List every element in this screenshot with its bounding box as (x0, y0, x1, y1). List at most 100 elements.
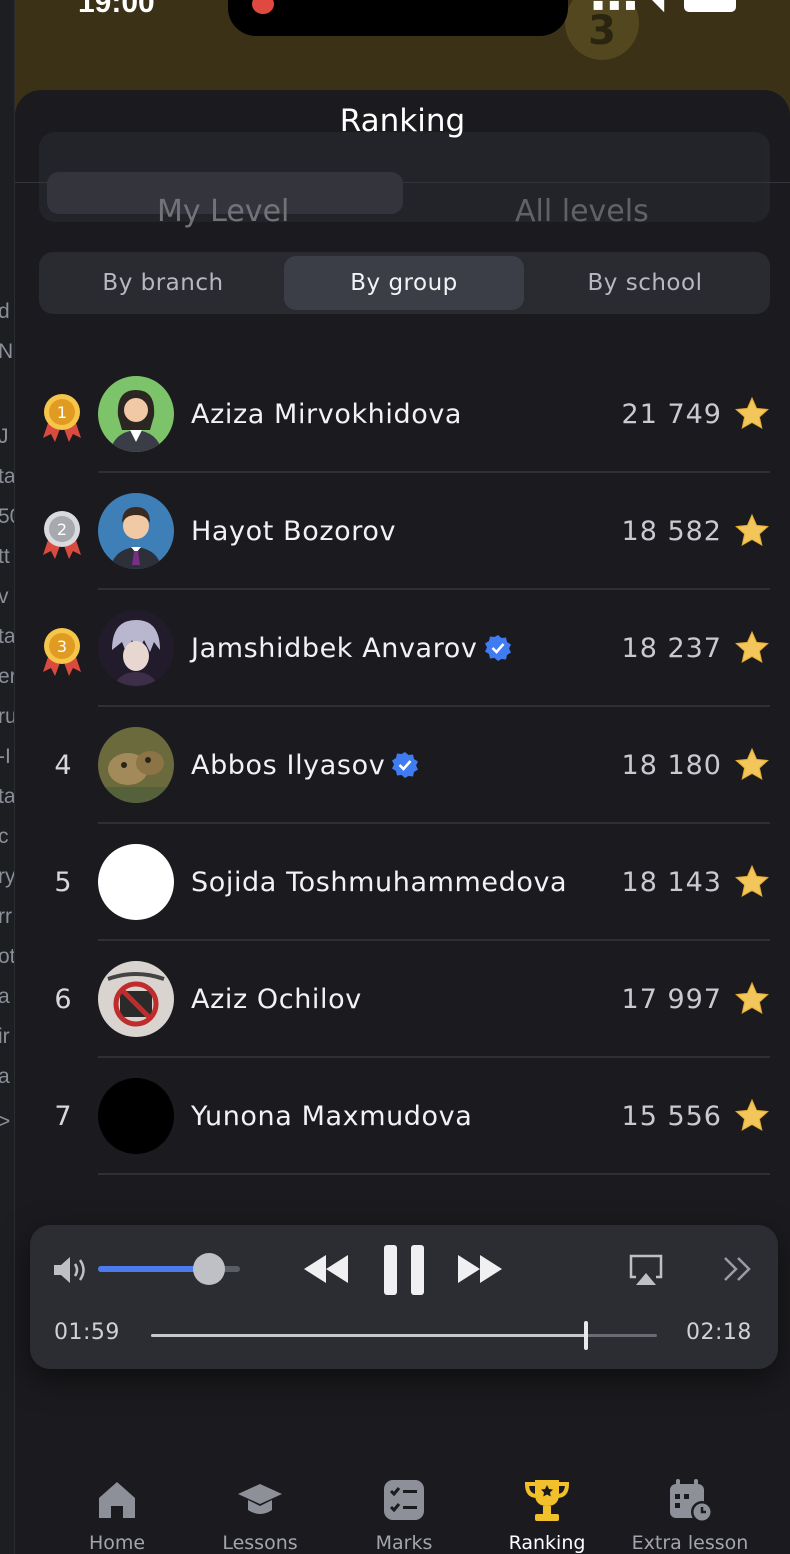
elapsed-time: 01:59 (54, 1320, 120, 1345)
avatar (98, 1078, 174, 1154)
signal-wifi-icon: ▪▪▪ ◥ (592, 0, 669, 15)
student-name-text: Jamshidbek Anvarov (191, 633, 478, 664)
student-name: Hayot Bozorov (191, 473, 396, 590)
background-text-fragment: > (0, 1110, 10, 1134)
progress-knob[interactable] (584, 1321, 589, 1350)
score: 18 582 (621, 516, 722, 547)
star-icon (734, 513, 770, 549)
ranking-row[interactable]: 3 Jamshidbek Anvarov 18 237 (15, 590, 790, 707)
bottom-tab-bar: Home Lessons Marks Ranking Extra lesson (15, 1456, 790, 1554)
background-text-fragment: d (0, 300, 10, 324)
tab-lessons[interactable]: Lessons (185, 1456, 335, 1554)
tab-all-levels[interactable]: All levels (515, 194, 649, 229)
rank-number: 4 (54, 750, 72, 781)
background-text-fragment: ot (0, 945, 15, 968)
student-name-text: Yunona Maxmudova (191, 1101, 473, 1132)
student-name: Jamshidbek Anvarov (191, 590, 512, 707)
background-text-fragment: c (0, 825, 9, 849)
volume-icon[interactable] (52, 1255, 90, 1285)
student-name: Yunona Maxmudova (191, 1058, 472, 1175)
tab-label: Ranking (508, 1532, 586, 1554)
avatar (98, 610, 174, 686)
student-name: Abbos Ilyasov (191, 707, 419, 824)
pause-icon[interactable] (382, 1243, 426, 1297)
background-text-fragment: J (0, 425, 9, 449)
tab-extra-lesson[interactable]: Extra lesson (615, 1456, 765, 1554)
more-chevrons-icon[interactable] (722, 1255, 754, 1283)
avatar (98, 493, 174, 569)
progress-scrubber[interactable] (151, 1321, 657, 1350)
background-text-fragment: 50 (0, 505, 14, 529)
header-divider (15, 182, 790, 183)
tab-ranking[interactable]: Ranking (472, 1456, 622, 1554)
star-icon (734, 630, 770, 666)
student-name-text: Aziza Mirvokhidova (191, 399, 463, 430)
airplay-icon[interactable] (628, 1253, 664, 1287)
score: 18 180 (621, 750, 722, 781)
tab-marks[interactable]: Marks (329, 1456, 479, 1554)
trophy-icon (523, 1476, 571, 1524)
page-title: Ranking (339, 103, 466, 139)
tab-label: Lessons (222, 1532, 298, 1554)
background-text-fragment: -I (0, 745, 11, 768)
verified-badge-icon (392, 751, 419, 778)
avatar (98, 844, 174, 920)
background-text-fragment: ir (0, 1025, 10, 1048)
tab-my-level[interactable]: My Level (157, 194, 289, 229)
bronze-medal-icon: 3 (41, 626, 83, 676)
student-name-text: Sojida Toshmuhammedova (191, 867, 568, 898)
progress-fill (151, 1334, 587, 1337)
student-name: Sojida Toshmuhammedova (191, 824, 567, 941)
star-icon (734, 981, 770, 1017)
tab-label: Extra lesson (631, 1532, 749, 1554)
tab-by-group[interactable]: By group (284, 256, 524, 310)
graduation-cap-icon (236, 1476, 284, 1524)
background-text-fragment: a (0, 985, 10, 1009)
background-text-fragment: rr (0, 905, 12, 928)
tab-home[interactable]: Home (42, 1456, 192, 1554)
media-player: 01:59 02:18 (30, 1225, 778, 1369)
student-name-text: Abbos Ilyasov (191, 750, 386, 781)
student-name-text: Hayot Bozorov (191, 516, 397, 547)
background-window-strip: dN Jta 50 tt v ta er ru -I ta c ry rr ot a ir a > (0, 0, 15, 1554)
svg-text:3: 3 (57, 637, 67, 656)
tab-label: Home (88, 1532, 146, 1554)
verified-badge-icon (484, 634, 511, 661)
background-text-fragment: N (0, 340, 13, 364)
star-icon (734, 1098, 770, 1134)
background-text-fragment: ru (0, 705, 14, 729)
volume-knob[interactable] (192, 1253, 225, 1285)
level-segmented-control: My Level All levels (39, 132, 770, 229)
fast-forward-icon[interactable] (456, 1253, 504, 1285)
svg-text:1: 1 (57, 403, 67, 422)
total-time: 02:18 (686, 1320, 752, 1345)
avatar (98, 376, 174, 452)
ranking-row[interactable]: 1 Aziza Mirvokhidova 21 749 (15, 356, 790, 473)
ranking-row[interactable]: 5 Sojida Toshmuhammedova 18 143 (15, 824, 790, 941)
ranking-row[interactable]: 2 Hayot Bozorov 18 582 (15, 473, 790, 590)
svg-text:2: 2 (57, 520, 67, 539)
star-icon (734, 864, 770, 900)
background-text-fragment: tt (0, 545, 10, 568)
star-icon (734, 747, 770, 783)
rank-number: 7 (54, 1101, 72, 1132)
home-icon (93, 1476, 141, 1524)
tab-by-branch[interactable]: By branch (43, 256, 283, 310)
rank-number: 6 (54, 984, 72, 1015)
ranking-row[interactable]: 7 Yunona Maxmudova 15 556 (15, 1058, 790, 1175)
score: 18 143 (621, 867, 722, 898)
avatar (98, 961, 174, 1037)
background-text-fragment: ta (0, 625, 15, 648)
background-text-fragment: ta (0, 785, 15, 808)
ranking-row[interactable]: 6 Aziz Ochilov 17 997 (15, 941, 790, 1058)
ranking-row[interactable]: 4 Abbos Ilyasov 18 180 (15, 707, 790, 824)
rewind-icon[interactable] (302, 1253, 350, 1285)
checklist-icon (380, 1476, 428, 1524)
tab-by-school[interactable]: By school (525, 256, 765, 310)
background-text-fragment: er (0, 665, 14, 689)
gold-medal-icon: 1 (41, 392, 83, 442)
silver-medal-icon: 2 (41, 509, 83, 559)
status-time: 19:00 (78, 0, 155, 19)
calendar-clock-icon (666, 1476, 714, 1524)
background-text-fragment: ry (0, 865, 15, 888)
